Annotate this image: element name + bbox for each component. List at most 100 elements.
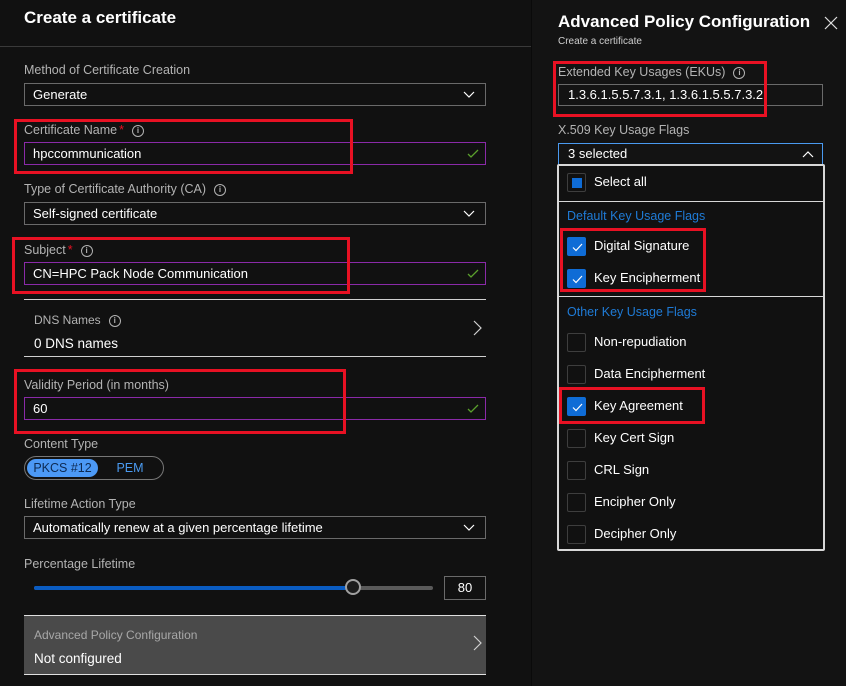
subject-input[interactable]: CN=HPC Pack Node Communication	[24, 262, 486, 285]
dns-names-row[interactable]: DNS Names i 0 DNS names	[24, 299, 486, 357]
select-all-option[interactable]: Select all	[559, 167, 823, 197]
panel-title: Advanced Policy Configuration	[558, 12, 811, 31]
percentage-lifetime-label-text: Percentage Lifetime	[24, 557, 136, 571]
percentage-lifetime-label: Percentage Lifetime	[24, 557, 135, 571]
method-select[interactable]: Generate	[24, 83, 486, 106]
advanced-policy-panel: Advanced Policy Configuration Create a c…	[531, 0, 846, 686]
ca-type-label-text: Type of Certificate Authority (CA)	[24, 182, 207, 196]
chevron-down-icon	[463, 210, 475, 217]
advanced-policy-label: Advanced Policy Configuration	[34, 628, 198, 642]
close-icon[interactable]	[824, 16, 838, 30]
option-label: Non-repudiation	[594, 334, 687, 349]
chevron-down-icon	[463, 524, 475, 531]
subject-label: Subject * i	[24, 243, 93, 257]
method-label: Method of Certificate Creation	[24, 63, 190, 77]
content-type-option-pkcs12[interactable]: PKCS #12	[27, 459, 98, 477]
ekus-label-text: Extended Key Usages (EKUs)	[558, 65, 726, 79]
advanced-policy-value: Not configured	[34, 651, 122, 666]
checkbox-unchecked[interactable]	[567, 525, 586, 544]
checkbox-checked[interactable]	[567, 237, 586, 256]
page-title: Create a certificate	[24, 8, 177, 27]
ekus-input[interactable]: 1.3.6.1.5.5.7.3.1, 1.3.6.1.5.5.7.3.2	[558, 84, 823, 106]
chevron-up-icon	[802, 151, 814, 158]
percentage-slider[interactable]	[34, 579, 433, 595]
option-label: Key Cert Sign	[594, 430, 675, 445]
chevron-right-icon	[473, 635, 482, 651]
checkbox-unchecked[interactable]	[567, 461, 586, 480]
key-usage-option[interactable]: Key Encipherment	[559, 263, 823, 293]
chevron-down-icon	[463, 91, 475, 98]
key-usage-label-text: X.509 Key Usage Flags	[558, 123, 690, 137]
subject-label-text: Subject	[24, 243, 66, 257]
select-all-label: Select all	[594, 174, 647, 189]
key-usage-option[interactable]: Encipher Only	[559, 487, 823, 517]
checkbox-checked[interactable]	[567, 397, 586, 416]
checkmark-icon	[572, 275, 583, 284]
option-label: Data Encipherment	[594, 366, 706, 381]
content-type-label: Content Type	[24, 437, 98, 451]
key-usage-select[interactable]: 3 selected	[558, 143, 823, 166]
header-divider	[0, 46, 531, 47]
validity-label-text: Validity Period (in months)	[24, 378, 169, 392]
checkbox-unchecked[interactable]	[567, 429, 586, 448]
info-icon[interactable]: i	[108, 315, 121, 327]
info-icon[interactable]: i	[733, 67, 746, 79]
lifetime-action-value: Automatically renew at a given percentag…	[33, 520, 323, 535]
select-all-checkbox[interactable]	[567, 173, 586, 192]
key-usage-option[interactable]: Data Encipherment	[559, 359, 823, 389]
checkbox-checked[interactable]	[567, 269, 586, 288]
info-icon[interactable]: i	[131, 125, 144, 137]
key-usage-value: 3 selected	[568, 146, 628, 161]
option-label: Digital Signature	[594, 238, 690, 253]
ca-type-value: Self-signed certificate	[33, 206, 158, 221]
key-usage-option[interactable]: Digital Signature	[559, 231, 823, 261]
valid-check-icon	[467, 269, 479, 278]
ca-type-label: Type of Certificate Authority (CA) i	[24, 182, 227, 196]
slider-fill	[34, 586, 353, 590]
valid-check-icon	[467, 149, 479, 158]
info-icon[interactable]: i	[80, 245, 93, 257]
cert-name-value: hpccommunication	[33, 146, 142, 161]
create-certificate-panel: Create a certificate Method of Certifica…	[0, 0, 531, 686]
validity-label: Validity Period (in months)	[24, 378, 169, 392]
key-usage-dropdown: Select all Default Key Usage Flags Digit…	[557, 164, 825, 551]
validity-input[interactable]: 60	[24, 397, 486, 420]
content-type-toggle: PKCS #12 PEM	[24, 456, 164, 480]
lifetime-action-label: Lifetime Action Type	[24, 497, 136, 511]
dns-names-value: 0 DNS names	[34, 336, 119, 351]
dropdown-divider	[559, 201, 823, 202]
slider-thumb[interactable]	[345, 579, 361, 595]
required-marker: *	[119, 123, 124, 137]
validity-value: 60	[33, 401, 48, 416]
ekus-value: 1.3.6.1.5.5.7.3.1, 1.3.6.1.5.5.7.3.2	[568, 87, 764, 102]
checkmark-icon	[572, 243, 583, 252]
ca-type-select[interactable]: Self-signed certificate	[24, 202, 486, 225]
checkbox-unchecked[interactable]	[567, 333, 586, 352]
cert-name-label-text: Certificate Name	[24, 123, 118, 137]
key-usage-option[interactable]: Key Agreement	[559, 391, 823, 421]
cert-name-label: Certificate Name * i	[24, 123, 144, 137]
checkbox-unchecked[interactable]	[567, 493, 586, 512]
method-label-text: Method of Certificate Creation	[24, 63, 191, 77]
key-usage-option[interactable]: CRL Sign	[559, 455, 823, 485]
key-usage-option[interactable]: Non-repudiation	[559, 327, 823, 357]
info-icon[interactable]: i	[214, 184, 227, 196]
content-type-option-pem[interactable]: PEM	[105, 459, 155, 477]
advanced-policy-row[interactable]: Advanced Policy Configuration Not config…	[24, 615, 486, 675]
option-label: Key Agreement	[594, 398, 683, 413]
lifetime-action-label-text: Lifetime Action Type	[24, 497, 136, 511]
option-label: Key Encipherment	[594, 270, 701, 285]
option-label: Encipher Only	[594, 494, 676, 509]
key-usage-option[interactable]: Key Cert Sign	[559, 423, 823, 453]
percentage-lifetime-input[interactable]: 80	[444, 576, 486, 600]
checkbox-unchecked[interactable]	[567, 365, 586, 384]
chevron-right-icon	[473, 320, 482, 336]
lifetime-action-select[interactable]: Automatically renew at a given percentag…	[24, 516, 486, 539]
subject-value: CN=HPC Pack Node Communication	[33, 266, 248, 281]
other-group-header: Other Key Usage Flags	[567, 305, 697, 319]
option-label: Decipher Only	[594, 526, 677, 541]
key-usage-option[interactable]: Decipher Only	[559, 519, 823, 549]
key-usage-label: X.509 Key Usage Flags	[558, 123, 689, 137]
dns-names-label-text: DNS Names	[34, 313, 101, 327]
cert-name-input[interactable]: hpccommunication	[24, 142, 486, 165]
